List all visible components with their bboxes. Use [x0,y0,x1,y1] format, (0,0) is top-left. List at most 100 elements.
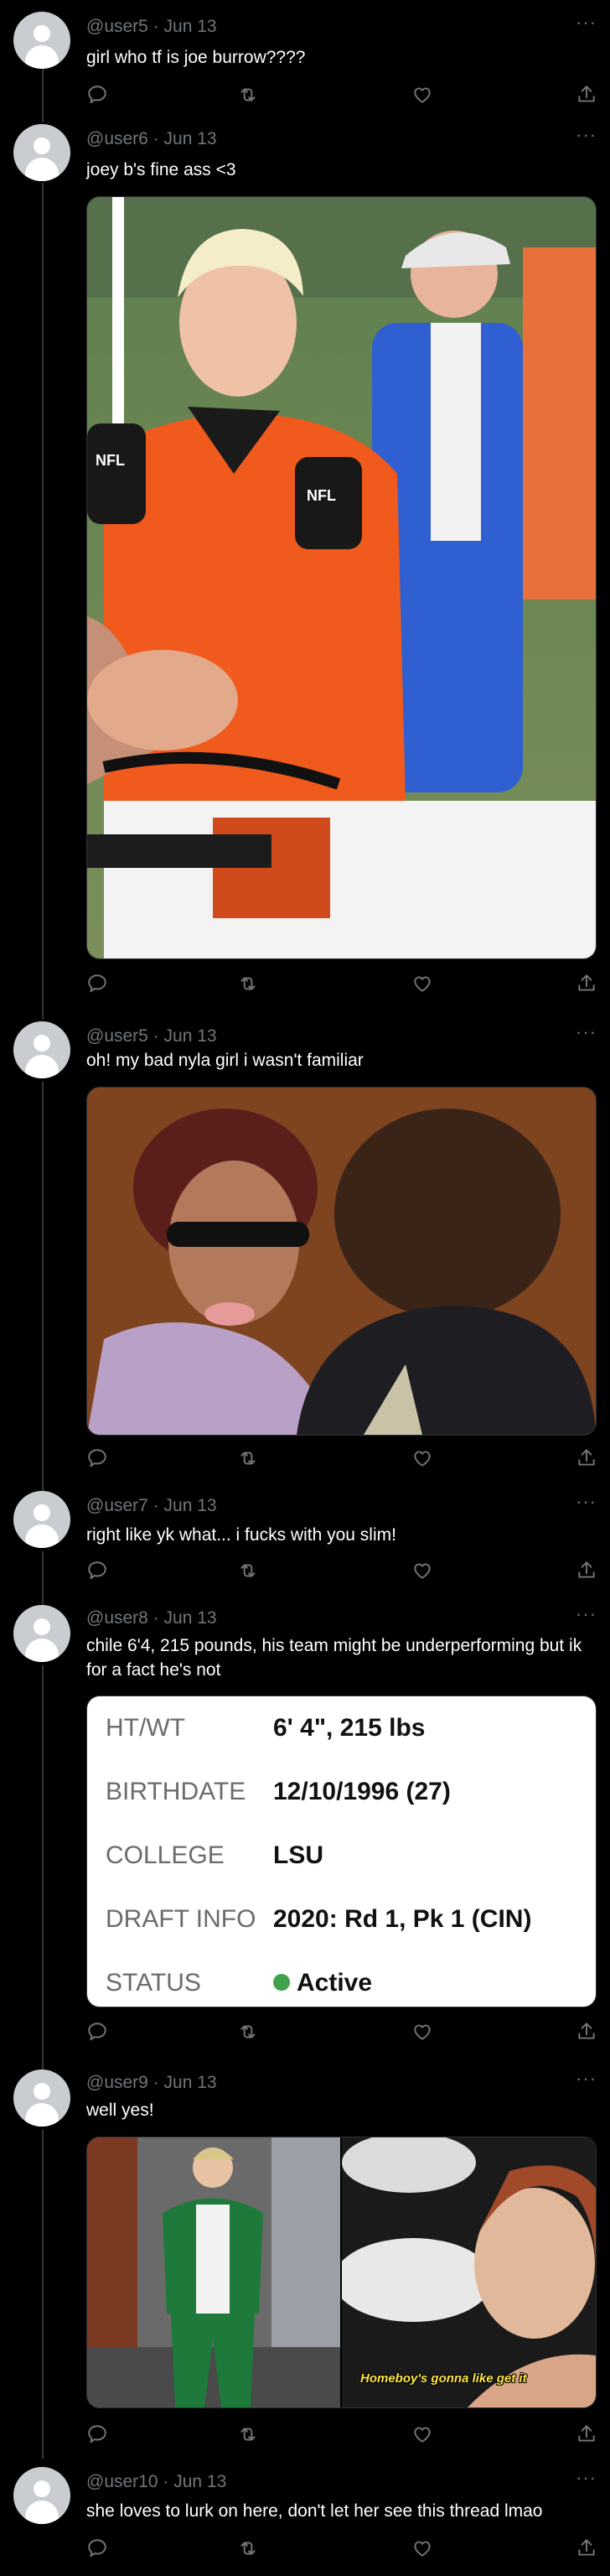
share-icon[interactable] [576,2537,597,2559]
football-player-photo: NFL NFL [87,197,596,958]
username[interactable]: @user9 [86,2073,148,2092]
share-icon[interactable] [576,1447,597,1469]
more-options-icon[interactable]: ··· [576,1021,597,1043]
post-date[interactable]: Jun 13 [164,129,217,148]
reply-icon[interactable] [86,1447,108,1469]
more-options-icon[interactable]: ··· [576,1603,597,1625]
post-date[interactable]: Jun 13 [164,1026,217,1046]
post-actions [86,2537,595,2561]
mic-logo-right: NFL [307,487,336,504]
share-icon[interactable] [576,2423,597,2445]
post-date[interactable]: Jun 13 [164,17,217,36]
post-date[interactable]: Jun 13 [164,1496,217,1515]
post-meta: @user5 · Jun 13 [86,17,217,36]
stats-label: HT/WT [106,1714,185,1742]
post-text: well yes! [86,2101,154,2120]
like-icon[interactable] [411,1560,433,1581]
stats-row: COLLEGE LSU [87,1824,596,1888]
more-options-icon[interactable]: ··· [576,124,597,146]
retweet-icon[interactable] [237,2537,259,2559]
reply-icon[interactable] [86,2021,108,2043]
like-icon[interactable] [411,2021,433,2043]
avatar[interactable] [13,124,70,181]
username[interactable]: @user8 [86,1608,148,1628]
retweet-icon[interactable] [237,84,259,106]
post-meta: @user5 · Jun 13 [86,1026,217,1046]
post-actions [86,973,595,996]
post-date[interactable]: Jun 13 [164,1608,217,1628]
retweet-icon[interactable] [237,1447,259,1469]
retweet-icon[interactable] [237,2021,259,2043]
avatar[interactable] [13,1605,70,1662]
stats-value: 6' 4", 215 lbs [273,1714,426,1742]
more-options-icon[interactable]: ··· [576,2467,597,2489]
post-photo[interactable]: NFL NFL [86,196,597,959]
like-icon[interactable] [411,2537,433,2559]
post-actions [86,1447,595,1471]
more-options-icon[interactable]: ··· [576,2068,597,2090]
post-text: joey b's fine ass <3 [86,160,236,179]
share-icon[interactable] [576,84,597,106]
reply-icon[interactable] [86,2423,108,2445]
thread-line [42,67,44,122]
post-date[interactable]: Jun 13 [164,2073,217,2092]
stats-value: LSU [273,1841,323,1869]
post-actions [86,2423,595,2447]
player-fashion-photo[interactable] [87,2137,340,2407]
share-icon[interactable] [576,1560,597,1581]
stats-value: Active [297,1969,373,1997]
thread-line [42,1551,44,1607]
stats-row: BIRTHDATE 12/10/1996 (27) [87,1760,596,1824]
share-icon[interactable] [576,973,597,995]
post-media-grid: Homeboy's gonna like get it [86,2137,597,2408]
post-date[interactable]: Jun 13 [173,2472,226,2491]
retweet-icon[interactable] [237,973,259,995]
avatar[interactable] [13,2467,70,2524]
username[interactable]: @user7 [86,1496,148,1515]
gif-caption: Homeboy's gonna like get it [360,2371,527,2386]
post-meta: @user6 · Jun 13 [86,129,217,148]
thread-line [42,2130,44,2459]
thread-line [42,1665,44,2070]
stats-table: HT/WT 6' 4", 215 lbs BIRTHDATE 12/10/199… [87,1696,596,2007]
more-options-icon[interactable]: ··· [576,1491,597,1513]
post-actions [86,2021,595,2044]
username[interactable]: @user6 [86,129,148,148]
avatar[interactable] [13,2070,70,2127]
avatar[interactable] [13,12,70,69]
reply-icon[interactable] [86,2537,108,2559]
post-meta: @user10 · Jun 13 [86,2472,227,2491]
thread-line [42,183,44,1020]
avatar[interactable] [13,1021,70,1078]
post-meta: @user9 · Jun 13 [86,2073,217,2092]
like-icon[interactable] [411,84,433,106]
avatar[interactable] [13,1491,70,1548]
stats-value: 12/10/1996 (27) [273,1778,451,1805]
player-stats-card[interactable]: HT/WT 6' 4", 215 lbs BIRTHDATE 12/10/199… [86,1696,597,2007]
username[interactable]: @user5 [86,17,148,36]
share-icon[interactable] [576,2021,597,2043]
stats-value: 2020: Rd 1, Pk 1 (CIN) [273,1905,532,1933]
like-icon[interactable] [411,1447,433,1469]
reaction-gif-image[interactable] [342,2137,596,2407]
post-gif[interactable] [86,1087,597,1436]
retweet-icon[interactable] [237,1560,259,1581]
username[interactable]: @user5 [86,1026,148,1046]
reaction-gif-image [87,1088,596,1435]
like-icon[interactable] [411,2423,433,2445]
post-text: chile 6'4, 215 pounds, his team might be… [86,1636,582,1680]
reply-icon[interactable] [86,1560,108,1581]
more-options-icon[interactable]: ··· [576,12,597,34]
stats-label: BIRTHDATE [106,1778,246,1805]
post-actions [86,84,595,107]
reply-icon[interactable] [86,973,108,995]
like-icon[interactable] [411,973,433,995]
post-actions [86,1560,595,1583]
post-text: girl who tf is joe burrow???? [86,48,306,67]
username[interactable]: @user10 [86,2472,158,2491]
reply-icon[interactable] [86,84,108,106]
retweet-icon[interactable] [237,2423,259,2445]
stats-row: STATUS Active [87,1951,596,2007]
mic-logo-left: NFL [96,452,125,469]
post-text: oh! my bad nyla girl i wasn't familiar [86,1051,364,1070]
